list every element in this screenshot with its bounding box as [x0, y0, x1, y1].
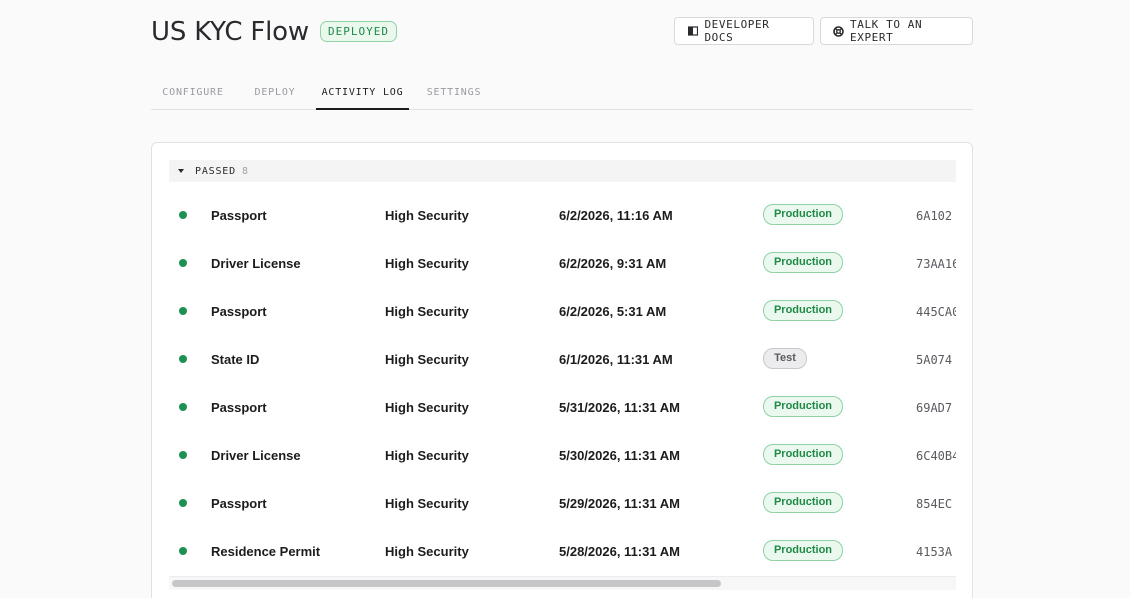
inquiry-id: 445CA0 [916, 305, 956, 319]
status-dot-icon [179, 499, 187, 507]
status-dot-icon [179, 547, 187, 555]
timestamp: 5/31/2026, 11:31 AM [559, 400, 680, 415]
environment-badge: Production [763, 396, 843, 417]
tab-bar: CONFIGURE DEPLOY ACTIVITY LOG SETTINGS [151, 79, 973, 110]
document-type: State ID [211, 352, 260, 367]
timestamp: 6/2/2026, 11:16 AM [559, 208, 673, 223]
tab-activity-log[interactable]: ACTIVITY LOG [316, 79, 409, 110]
status-badge: DEPLOYED [320, 21, 397, 42]
timestamp: 5/30/2026, 11:31 AM [559, 448, 680, 463]
inquiry-id: 4153A [916, 545, 953, 559]
security-level: High Security [385, 208, 469, 223]
timestamp: 6/2/2026, 5:31 AM [559, 304, 667, 319]
inquiry-id: 69AD7 [916, 401, 953, 415]
timestamp: 6/2/2026, 9:31 AM [559, 256, 667, 271]
document-type: Passport [211, 496, 267, 511]
environment-badge: Production [763, 300, 843, 321]
tab-settings[interactable]: SETTINGS [417, 79, 491, 110]
talk-to-expert-button[interactable]: TALK TO AN EXPERT [820, 17, 973, 45]
timestamp: 5/28/2026, 11:31 AM [559, 544, 680, 559]
page-title: US KYC Flow [151, 17, 309, 47]
status-dot-icon [179, 403, 187, 411]
environment-badge: Production [763, 540, 843, 561]
book-icon [687, 25, 698, 37]
table-row[interactable]: Passport High Security 5/31/2026, 11:31 … [169, 384, 956, 432]
status-dot-icon [179, 307, 187, 315]
horizontal-scrollbar[interactable] [169, 576, 956, 590]
security-level: High Security [385, 544, 469, 559]
timestamp: 6/1/2026, 11:31 AM [559, 352, 673, 367]
table-row[interactable]: Passport High Security 5/29/2026, 11:31 … [169, 480, 956, 528]
security-level: High Security [385, 400, 469, 415]
activity-table: Passport High Security 6/2/2026, 11:16 A… [169, 192, 956, 577]
table-row[interactable]: Passport High Security 6/2/2026, 5:31 AM… [169, 288, 956, 336]
document-type: Passport [211, 400, 267, 415]
developer-docs-label: DEVELOPER DOCS [704, 18, 770, 44]
document-type: Residence Permit [211, 544, 321, 559]
group-label: PASSED [195, 165, 236, 177]
activity-log-card: PASSED 8 Passport High Security 6/2/2026… [151, 142, 973, 598]
page-header: US KYC Flow DEPLOYED DEVELOPER DOCS TALK… [151, 14, 973, 50]
security-level: High Security [385, 352, 469, 367]
table-row[interactable]: Passport High Security 6/2/2026, 11:16 A… [169, 192, 956, 240]
document-type: Driver License [211, 256, 301, 271]
environment-badge: Production [763, 252, 843, 273]
developer-docs-button[interactable]: DEVELOPER DOCS [674, 17, 814, 45]
inquiry-id: 854EC [916, 497, 953, 511]
caret-down-icon [177, 168, 187, 174]
environment-badge: Test [763, 348, 807, 369]
inquiry-id: 6C40B4 [916, 449, 956, 463]
security-level: High Security [385, 496, 469, 511]
table-row[interactable]: Driver License High Security 5/30/2026, … [169, 432, 956, 480]
document-type: Driver License [211, 448, 301, 463]
group-count: 8 [241, 165, 248, 177]
document-type: Passport [211, 208, 267, 223]
table-row[interactable]: Driver License High Security 6/2/2026, 9… [169, 240, 956, 288]
talk-to-expert-label: TALK TO AN EXPERT [850, 18, 923, 44]
status-dot-icon [179, 211, 187, 219]
tab-configure[interactable]: CONFIGURE [151, 79, 235, 110]
environment-badge: Production [763, 492, 843, 513]
inquiry-id: 5A074 [916, 353, 953, 367]
document-type: Passport [211, 304, 267, 319]
tab-deploy[interactable]: DEPLOY [243, 79, 307, 110]
table-row[interactable]: State ID High Security 6/1/2026, 11:31 A… [169, 336, 956, 384]
timestamp: 5/29/2026, 11:31 AM [559, 496, 680, 511]
scrollbar-thumb[interactable] [172, 580, 721, 587]
support-icon [833, 25, 844, 37]
environment-badge: Production [763, 204, 843, 225]
status-dot-icon [179, 259, 187, 267]
passed-group-header[interactable]: PASSED 8 [169, 160, 956, 182]
environment-badge: Production [763, 444, 843, 465]
status-dot-icon [179, 355, 187, 363]
security-level: High Security [385, 256, 469, 271]
status-dot-icon [179, 451, 187, 459]
security-level: High Security [385, 304, 469, 319]
inquiry-id: 73AA16 [916, 257, 956, 271]
inquiry-id: 6A102 [916, 209, 953, 223]
security-level: High Security [385, 448, 469, 463]
table-row[interactable]: Residence Permit High Security 5/28/2026… [169, 528, 956, 576]
